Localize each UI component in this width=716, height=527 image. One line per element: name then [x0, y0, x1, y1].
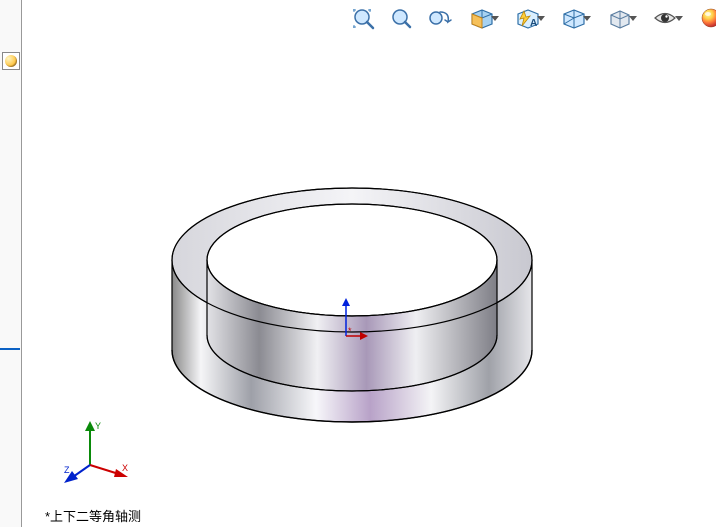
appearance-icon: [698, 6, 716, 30]
hide-show-icon: [606, 6, 632, 30]
feature-manager-tab[interactable]: [2, 52, 20, 70]
eye-icon: [652, 6, 678, 30]
origin-marker: *: [328, 296, 368, 346]
part-globe-icon: [5, 55, 17, 67]
previous-view-button[interactable]: [423, 4, 455, 32]
model-ring: [142, 120, 562, 440]
svg-text:*: *: [348, 326, 352, 336]
zoom-area-icon: [389, 6, 413, 30]
orientation-label: *上下二等角轴测: [45, 506, 141, 525]
previous-view-icon: [426, 6, 452, 30]
zoom-fit-icon: [350, 6, 376, 30]
triad-y-label: Y: [95, 421, 101, 431]
view-toolbar: A: [347, 4, 716, 32]
zoom-fit-button[interactable]: [347, 4, 379, 32]
view-orientation-button[interactable]: A: [507, 4, 547, 32]
display-style-button[interactable]: [553, 4, 593, 32]
display-style-icon: [560, 6, 586, 30]
scene-visibility-button[interactable]: [645, 4, 685, 32]
view-orientation-icon: A: [514, 6, 540, 30]
svg-text:A: A: [530, 18, 537, 29]
zoom-area-button[interactable]: [385, 4, 417, 32]
triad-x-label: X: [122, 463, 128, 473]
panel-splitter[interactable]: [0, 348, 20, 350]
coordinate-triad: Y X Z: [62, 417, 132, 487]
section-view-icon: [468, 6, 494, 30]
triad-z-label: Z: [64, 465, 70, 475]
appearance-button[interactable]: [691, 4, 716, 32]
graphics-viewport[interactable]: A: [22, 0, 716, 527]
hide-show-button[interactable]: [599, 4, 639, 32]
left-sidebar: [0, 0, 22, 527]
section-view-button[interactable]: [461, 4, 501, 32]
